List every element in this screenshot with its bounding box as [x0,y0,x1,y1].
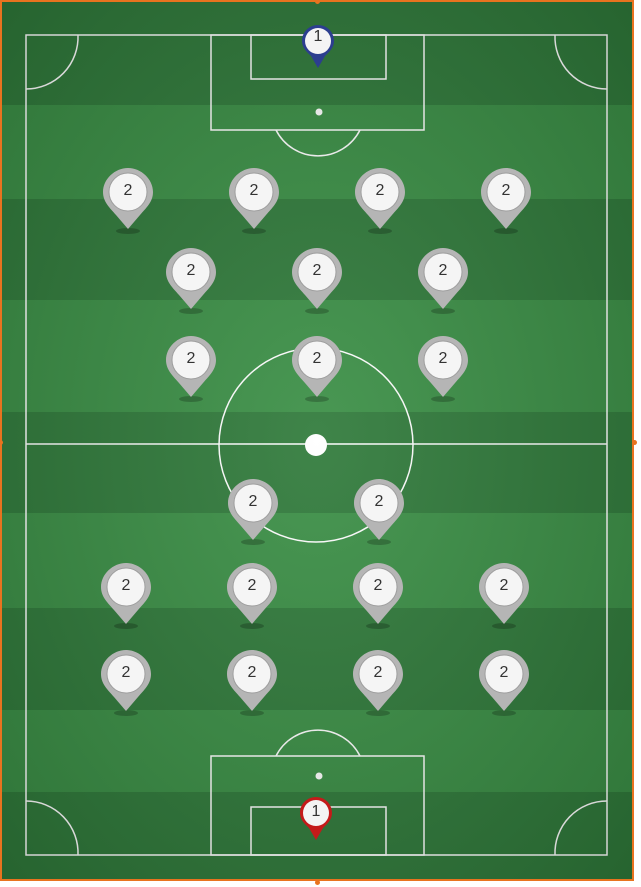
map-pin-icon [229,168,279,234]
corner-arc-bottom-right [554,800,608,856]
player-marker[interactable]: 2 [226,649,278,719]
player-number: 2 [373,664,383,681]
player-number: 2 [248,493,258,510]
bottom-penalty-arc [275,729,361,757]
player-marker[interactable]: 2 [478,649,530,719]
player-marker[interactable]: 2 [228,167,280,237]
player-marker[interactable]: 2 [291,247,343,317]
map-pin-icon [292,336,342,402]
player-marker[interactable]: 2 [165,247,217,317]
map-pin-icon [353,563,403,629]
player-number: 2 [499,577,509,594]
map-pin-icon [227,650,277,716]
player-marker[interactable]: 2 [353,478,405,548]
player-marker[interactable]: 2 [480,167,532,237]
map-pin-icon [228,479,278,545]
goalkeeper-bottom-marker[interactable]: 1 [290,794,342,864]
center-spot [305,434,327,456]
resize-handle-bottom[interactable] [315,880,320,885]
resize-handle-right[interactable] [632,440,637,445]
player-number: 2 [312,350,322,367]
map-pin-icon [101,563,151,629]
player-number: 2 [374,493,384,510]
map-pin-icon [479,563,529,629]
map-pin-icon [292,248,342,314]
map-pin-icon [418,336,468,402]
top-penalty-spot [315,108,323,116]
map-pin-icon [103,168,153,234]
player-number: 2 [186,262,196,279]
player-marker[interactable]: 2 [478,562,530,632]
map-pin-icon [166,248,216,314]
football-pitch [0,0,634,881]
pitch-markings [25,34,608,856]
map-pin-icon [101,650,151,716]
player-number: 2 [312,262,322,279]
player-number: 2 [121,664,131,681]
player-marker[interactable]: 2 [227,478,279,548]
player-number: 2 [375,182,385,199]
player-number: 2 [247,664,257,681]
player-number: 2 [373,577,383,594]
goalkeeper-bottom-number: 1 [311,803,321,820]
map-pin-icon [355,168,405,234]
player-marker[interactable]: 2 [291,335,343,405]
map-pin-icon [227,563,277,629]
corner-arc-top-right [554,34,608,90]
goalkeeper-top-number: 1 [313,28,323,45]
player-marker[interactable]: 2 [352,562,404,632]
player-marker[interactable]: 2 [102,167,154,237]
player-marker[interactable]: 2 [100,562,152,632]
bottom-penalty-spot [315,772,323,780]
player-marker[interactable]: 2 [417,335,469,405]
player-marker[interactable]: 2 [100,649,152,719]
player-number: 2 [123,182,133,199]
map-pin-icon [166,336,216,402]
player-number: 2 [247,577,257,594]
player-marker[interactable]: 2 [352,649,404,719]
player-marker[interactable]: 2 [165,335,217,405]
map-pin-icon [418,248,468,314]
player-number: 2 [499,664,509,681]
player-marker[interactable]: 2 [354,167,406,237]
player-number: 2 [438,262,448,279]
player-number: 2 [501,182,511,199]
top-penalty-arc [275,129,361,157]
map-pin-icon [479,650,529,716]
player-marker[interactable]: 2 [417,247,469,317]
player-number: 2 [186,350,196,367]
player-marker[interactable]: 2 [226,562,278,632]
map-pin-icon [481,168,531,234]
player-number: 2 [121,577,131,594]
map-pin-icon [354,479,404,545]
player-number: 2 [438,350,448,367]
goalkeeper-top-marker[interactable]: 1 [292,22,344,92]
corner-arc-bottom-left [25,800,79,856]
player-number: 2 [249,182,259,199]
corner-arc-top-left [25,34,79,90]
map-pin-icon [353,650,403,716]
